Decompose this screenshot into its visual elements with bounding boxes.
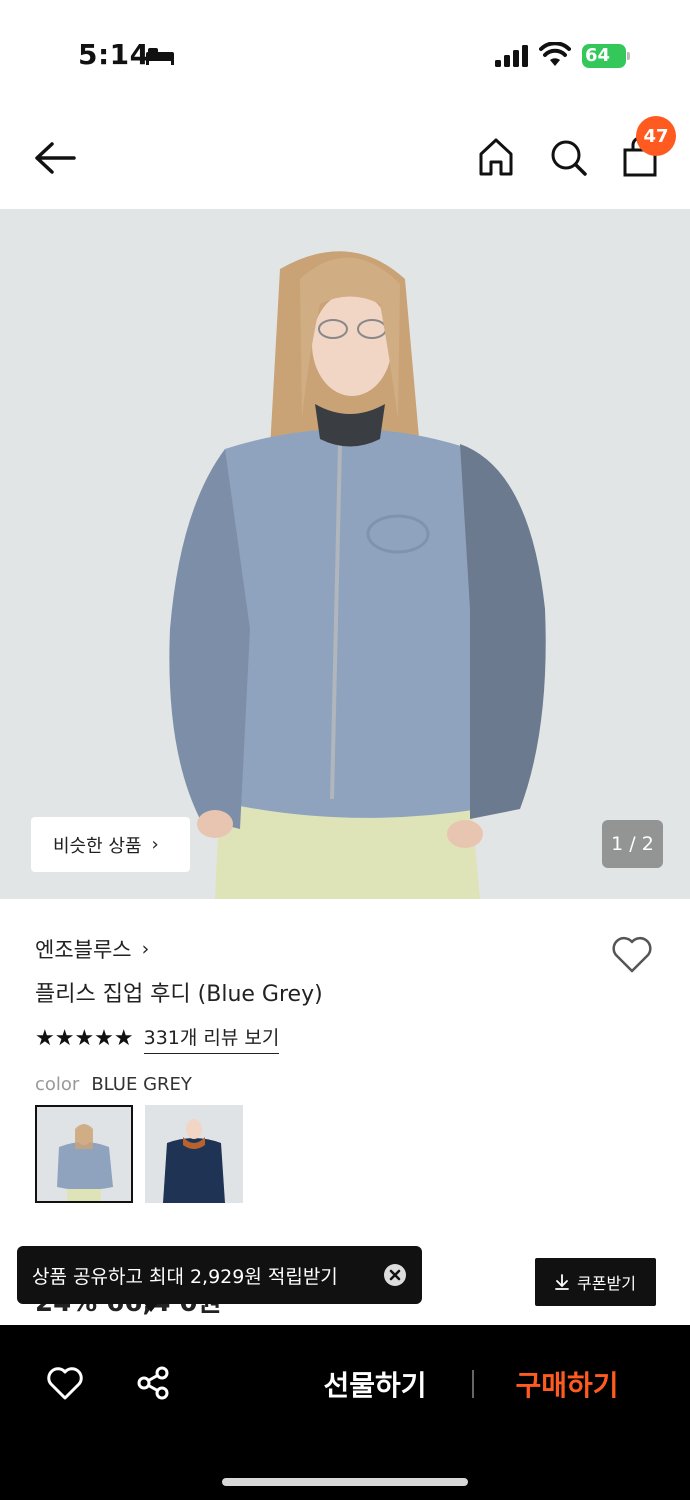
wishlist-heart-icon[interactable] [610,934,654,974]
close-icon[interactable] [383,1263,407,1287]
color-label: color [35,1074,80,1095]
brand-name: 엔조블루스 [35,938,132,962]
product-image-carousel[interactable]: 비슷한 상품 › 1 / 2 [0,209,690,899]
wifi-icon [539,42,571,66]
divider [472,1370,474,1398]
rating-row: ★★★★★ 331개 리뷰 보기 [35,1023,280,1054]
color-option-navy[interactable] [145,1105,243,1203]
bottom-action-bar: 선물하기 구매하기 [0,1325,690,1500]
color-value: BLUE GREY [91,1074,192,1095]
cart-count-badge: 47 [636,116,676,156]
coupon-button[interactable]: 쿠폰받기 [535,1258,656,1306]
share-icon[interactable] [135,1365,171,1401]
brand-link[interactable]: 엔조블루스 › [35,934,149,964]
toast-pointer [143,1302,159,1312]
download-icon [555,1274,569,1290]
cellular-signal-icon [495,45,528,67]
back-arrow-icon[interactable] [32,140,78,176]
home-icon[interactable] [476,136,516,178]
buy-button[interactable]: 구매하기 [492,1361,642,1407]
color-option-blue-grey[interactable] [35,1105,133,1203]
color-row: color BLUE GREY [35,1074,192,1095]
status-bar: 5:14 64 [0,0,690,110]
product-title: 플리스 집업 후디 (Blue Grey) [35,982,323,1007]
gift-button[interactable]: 선물하기 [300,1361,450,1407]
heart-icon[interactable] [46,1365,84,1401]
top-nav [0,110,690,209]
chevron-right-icon: › [141,938,150,960]
similar-products-button[interactable]: 비슷한 상품 › [31,817,190,872]
rating-stars: ★★★★★ [35,1025,134,1051]
home-indicator [222,1478,468,1486]
similar-products-label: 비슷한 상품 [53,835,142,857]
image-page-indicator: 1 / 2 [602,820,663,868]
share-reward-text: 상품 공유하고 최대 2,929원 적립받기 [32,1265,338,1288]
search-icon[interactable] [548,137,588,177]
product-photo [0,209,690,899]
swatch-thumbnail [37,1107,131,1201]
battery-indicator: 64 [582,44,630,68]
chevron-right-icon: › [151,834,159,855]
share-reward-toast[interactable]: 상품 공유하고 최대 2,929원 적립받기 [17,1246,422,1304]
review-link[interactable]: 331개 리뷰 보기 [143,1023,280,1054]
status-time: 5:14 [78,38,150,71]
battery-level: 64 [585,45,611,66]
swatch-thumbnail [145,1105,243,1203]
coupon-label: 쿠폰받기 [577,1274,636,1293]
sleep-mode-icon [146,48,174,65]
